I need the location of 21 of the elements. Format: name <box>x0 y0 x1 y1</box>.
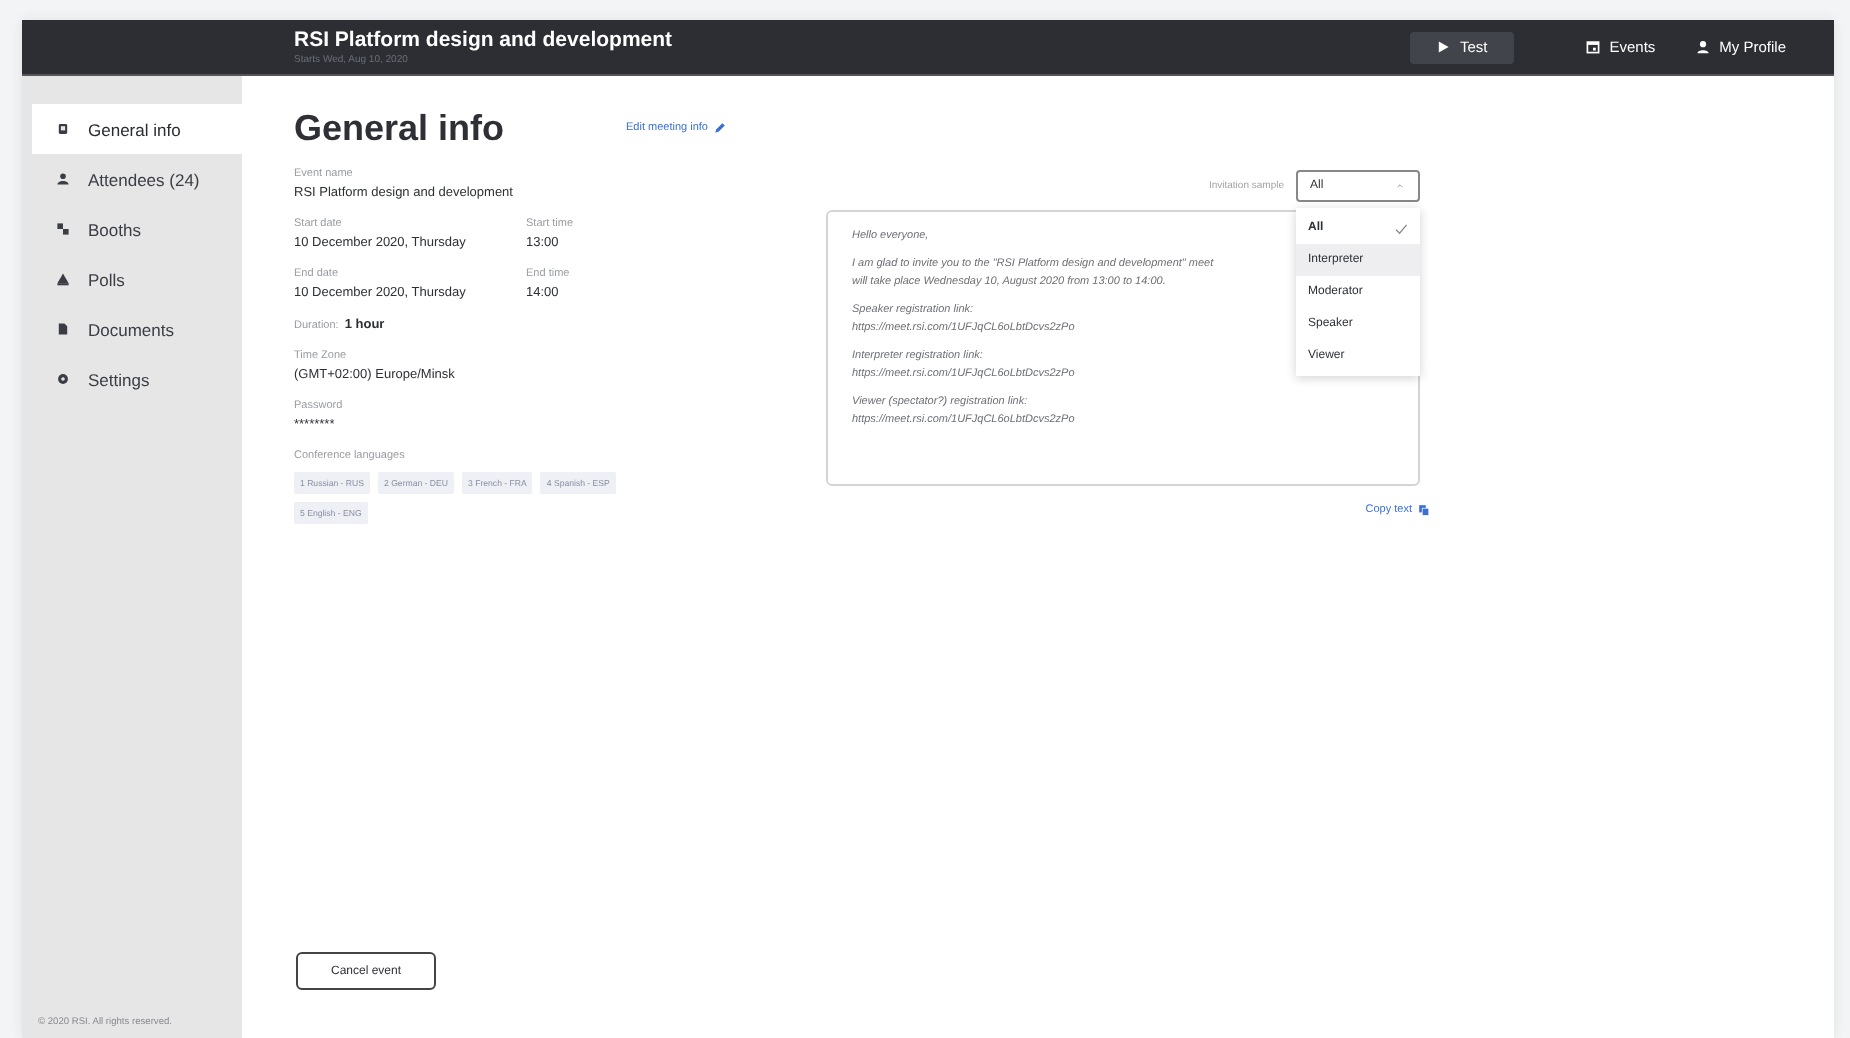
people-icon <box>56 172 70 186</box>
document-icon <box>56 322 70 336</box>
page-heading: General info <box>294 107 507 149</box>
user-icon <box>1695 40 1710 54</box>
copy-icon <box>1418 504 1430 516</box>
sidebar-item[interactable]: Documents <box>32 304 242 354</box>
card-icon <box>56 122 70 136</box>
sidebar-item[interactable]: Attendees (24) <box>32 154 242 204</box>
triangle-icon <box>56 272 70 286</box>
calendar-icon <box>1585 40 1600 54</box>
sidebar-item[interactable]: Settings <box>32 354 242 404</box>
settings-icon <box>56 372 70 386</box>
pencil-icon <box>713 122 726 134</box>
play-icon <box>1435 40 1450 54</box>
check-icon <box>1394 221 1408 235</box>
sidebar-item[interactable]: General info <box>32 104 242 154</box>
sidebar-item[interactable]: Booths <box>32 204 242 254</box>
chevron-icon <box>1394 180 1406 192</box>
sidebar-item[interactable]: Polls <box>32 254 242 304</box>
squares-icon <box>56 222 70 236</box>
event-title: RSI Platform design and development <box>294 28 675 52</box>
